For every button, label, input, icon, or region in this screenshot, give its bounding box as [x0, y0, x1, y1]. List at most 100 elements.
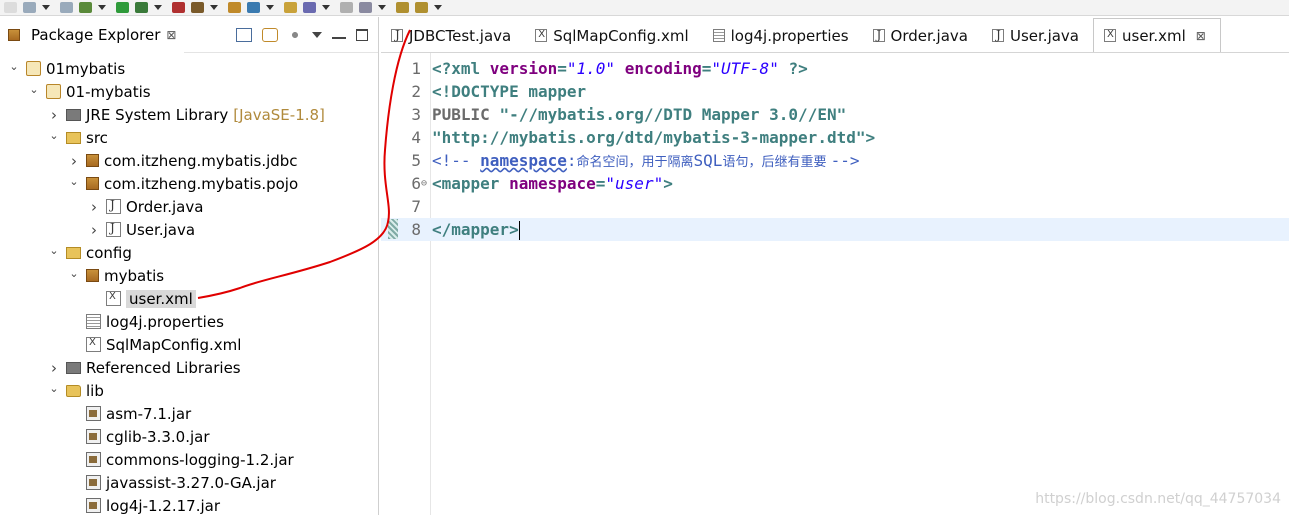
package-explorer-tab[interactable]: Package Explorer ⊠: [0, 16, 185, 53]
link-with-editor-icon[interactable]: [262, 27, 278, 42]
line-number: 8: [411, 220, 421, 239]
editor-tab[interactable]: SqlMapConfig.xml: [525, 19, 702, 52]
editor-tab[interactable]: JDBCTest.java: [381, 19, 525, 52]
code-text: <mapper namespace="user">: [432, 174, 673, 193]
open-type-icon[interactable]: [284, 2, 297, 13]
tree-item[interactable]: ⌄ 01mybatis: [8, 57, 125, 80]
tree-item[interactable]: asm-7.1.jar: [68, 402, 191, 425]
tree-item[interactable]: › com.itzheng.mybatis.jdbc: [68, 149, 298, 172]
code-line[interactable]: 6 ⊖ <mapper namespace="user">: [381, 172, 1289, 195]
coverage-icon[interactable]: [135, 2, 148, 13]
annotation-icon[interactable]: [359, 2, 372, 13]
source-folder-icon: [66, 246, 81, 259]
new-package-icon[interactable]: [228, 2, 241, 13]
editor-tab[interactable]: User.java: [982, 19, 1093, 52]
chevron-down-icon[interactable]: ⌄: [68, 267, 80, 280]
editor-tab[interactable]: log4j.properties: [703, 19, 863, 52]
chevron-down-icon[interactable]: ⌄: [48, 382, 60, 395]
close-icon[interactable]: ⊠: [166, 28, 176, 42]
tree-item-label: log4j-1.2.17.jar: [106, 496, 220, 515]
dropdown-arrow-icon[interactable]: [210, 5, 218, 10]
new-icon[interactable]: [4, 2, 17, 13]
chevron-down-icon[interactable]: ⌄: [28, 83, 40, 96]
editor-tab[interactable]: Order.java: [863, 19, 982, 52]
xml-icon: [1104, 29, 1116, 42]
new-class-icon[interactable]: [247, 2, 260, 13]
package-explorer-title: Package Explorer: [31, 25, 161, 44]
dropdown-arrow-icon[interactable]: [42, 5, 50, 10]
dropdown-arrow-icon[interactable]: [434, 5, 442, 10]
tree-item[interactable]: SqlMapConfig.xml: [68, 333, 241, 356]
library-icon: [66, 108, 81, 121]
main-toolbar: [0, 0, 1289, 16]
tree-item[interactable]: ⌄ 01-mybatis: [28, 80, 151, 103]
save-all-icon[interactable]: [60, 2, 73, 13]
maximize-icon[interactable]: [356, 28, 368, 41]
external-tools-icon[interactable]: [172, 2, 185, 13]
tree-item[interactable]: › Referenced Libraries: [48, 356, 241, 379]
new-java-project-icon[interactable]: [191, 2, 204, 13]
forward-icon[interactable]: [415, 2, 428, 13]
code-line[interactable]: 3 PUBLIC "-//mybatis.org//DTD Mapper 3.0/…: [381, 103, 1289, 126]
run-icon[interactable]: [116, 2, 129, 13]
java-icon: [106, 221, 121, 237]
code-line[interactable]: 1 <?xml version="1.0" encoding="UTF-8" ?>: [381, 57, 1289, 80]
code-line[interactable]: 7: [381, 195, 1289, 218]
tree-item[interactable]: javassist-3.27.0-GA.jar: [68, 471, 276, 494]
tree-item-label: user.xml: [126, 289, 196, 308]
open-task-icon[interactable]: [303, 2, 316, 13]
view-menu-icon[interactable]: [312, 31, 322, 38]
tree-item[interactable]: log4j.properties: [68, 310, 224, 333]
dropdown-arrow-icon[interactable]: [154, 5, 162, 10]
tree-item[interactable]: user.xml: [88, 287, 196, 310]
tree-item[interactable]: › Order.java: [88, 195, 203, 218]
code-line[interactable]: 8 </mapper>: [381, 218, 1289, 241]
dropdown-arrow-icon[interactable]: [98, 5, 106, 10]
tree-item[interactable]: › JRE System Library [JavaSE-1.8]: [48, 103, 325, 126]
code-text: <!DOCTYPE mapper: [432, 82, 587, 101]
change-marker: [388, 219, 398, 239]
dropdown-arrow-icon[interactable]: [266, 5, 274, 10]
tree-item[interactable]: ⌄ src: [48, 126, 108, 149]
chevron-right-icon[interactable]: ›: [88, 198, 100, 216]
editor-tab[interactable]: user.xml ⊠: [1093, 18, 1221, 52]
library-icon: [66, 361, 81, 374]
tree-item-label: 01-mybatis: [66, 82, 151, 101]
project-icon: [26, 61, 41, 76]
tree-item[interactable]: ⌄ mybatis: [68, 264, 164, 287]
chevron-down-icon[interactable]: ⌄: [48, 129, 60, 142]
chevron-right-icon[interactable]: ›: [88, 221, 100, 239]
tree-item[interactable]: cglib-3.3.0.jar: [68, 425, 210, 448]
chevron-right-icon[interactable]: ›: [48, 359, 60, 377]
tree-item-label: src: [86, 128, 108, 147]
minimize-icon[interactable]: [332, 31, 346, 39]
close-icon[interactable]: ⊠: [1196, 29, 1206, 43]
text-caret: [518, 221, 520, 240]
tree-item[interactable]: ⌄ config: [48, 241, 132, 264]
chevron-right-icon[interactable]: ›: [68, 152, 80, 170]
line-number: 5: [411, 151, 421, 170]
tree-item[interactable]: log4j-1.2.17.jar: [68, 494, 220, 517]
fold-toggle-icon[interactable]: ⊖: [421, 172, 427, 195]
chevron-down-icon[interactable]: ⌄: [48, 244, 60, 257]
dropdown-arrow-icon[interactable]: [322, 5, 330, 10]
dropdown-arrow-icon[interactable]: [378, 5, 386, 10]
source-folder-icon: [66, 131, 81, 144]
collapse-all-icon[interactable]: [236, 27, 252, 42]
code-line[interactable]: 5 <!-- namespace:命名空间，用于隔离SQL语句，后继有重要 -->: [381, 149, 1289, 172]
chevron-down-icon[interactable]: ⌄: [8, 60, 20, 73]
tree-item[interactable]: › User.java: [88, 218, 195, 241]
tree-item[interactable]: ⌄ com.itzheng.mybatis.pojo: [68, 172, 298, 195]
search-icon[interactable]: [340, 2, 353, 13]
back-icon[interactable]: [396, 2, 409, 13]
save-icon[interactable]: [23, 2, 36, 13]
chevron-down-icon[interactable]: ⌄: [68, 175, 80, 188]
focus-icon[interactable]: [288, 28, 302, 41]
code-line[interactable]: 2 <!DOCTYPE mapper: [381, 80, 1289, 103]
chevron-right-icon[interactable]: ›: [48, 106, 60, 124]
code-line[interactable]: 4 "http://mybatis.org/dtd/mybatis-3-mappe…: [381, 126, 1289, 149]
tree-item[interactable]: commons-logging-1.2.jar: [68, 448, 294, 471]
debug-icon[interactable]: [79, 2, 92, 13]
tree-item[interactable]: ⌄ lib: [48, 379, 103, 402]
